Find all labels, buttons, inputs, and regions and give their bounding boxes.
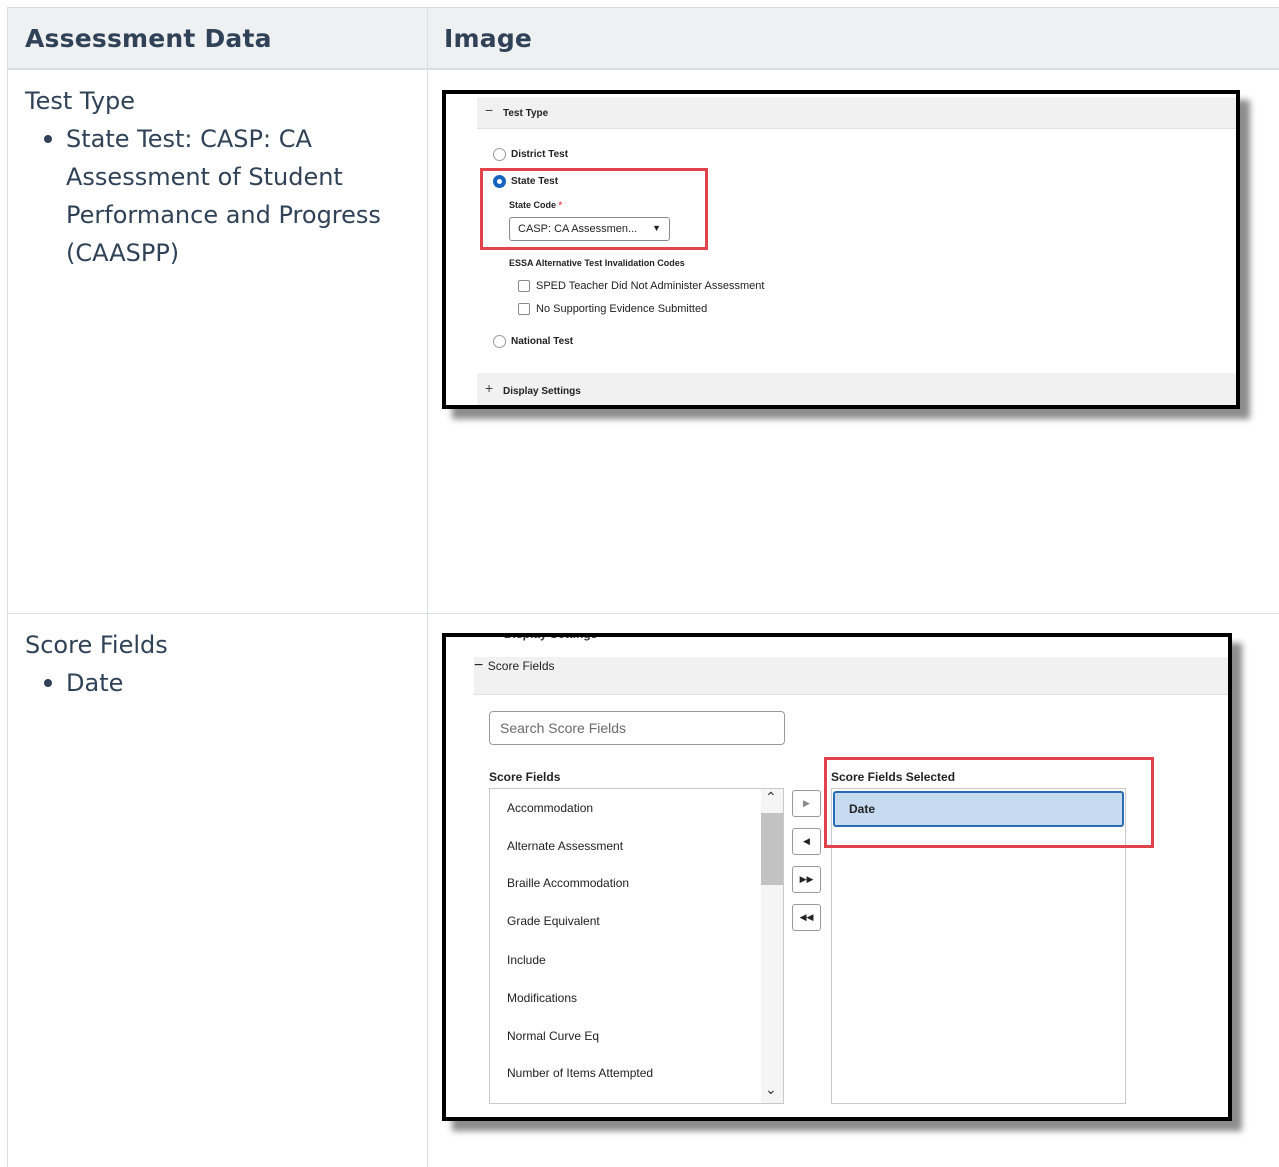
list-item[interactable]: Include bbox=[507, 953, 546, 967]
checkbox-evidence[interactable] bbox=[518, 303, 530, 315]
list-scrollbar[interactable]: ⌃ ⌄ bbox=[761, 789, 783, 1103]
bullet-list: Date bbox=[44, 664, 405, 702]
row-test-type-text: Test Type State Test: CASP: CA Assessmen… bbox=[25, 82, 405, 272]
display-settings-header[interactable]: + Display Settings bbox=[477, 373, 1236, 405]
score-fields-screenshot: Display Settings − Score Fields Search S… bbox=[442, 633, 1232, 1121]
radio-district-test[interactable] bbox=[493, 148, 506, 161]
column-divider bbox=[427, 7, 428, 1167]
score-fields-title: Score Fields bbox=[489, 770, 561, 784]
expand-icon[interactable]: + bbox=[485, 380, 493, 396]
list-item[interactable]: Braille Accommodation bbox=[507, 876, 629, 890]
bullet-list: State Test: CASP: CA Assessment of Stude… bbox=[44, 120, 405, 272]
test-type-screenshot: − Test Type District Test State Test Sta… bbox=[442, 90, 1240, 409]
table-header: Assessment Data Image bbox=[8, 7, 1279, 70]
header-image: Image bbox=[444, 24, 533, 53]
row-title: Score Fields bbox=[25, 631, 168, 659]
section-title: Score Fields bbox=[487, 659, 555, 673]
collapse-icon[interactable]: − bbox=[485, 102, 493, 118]
list-item[interactable]: Number of Items Attempted bbox=[507, 1066, 653, 1080]
list-item[interactable]: Accommodation bbox=[507, 801, 593, 815]
bullet-item: Date bbox=[44, 664, 405, 702]
scroll-thumb[interactable] bbox=[761, 813, 783, 885]
checkbox-label-evidence: No Supporting Evidence Submitted bbox=[536, 303, 708, 315]
scroll-down-icon[interactable]: ⌄ bbox=[765, 1081, 777, 1098]
move-left-button[interactable]: ◀ bbox=[792, 828, 821, 855]
checkbox-label-sped: SPED Teacher Did Not Administer Assessme… bbox=[536, 280, 765, 292]
essa-heading: ESSA Alternative Test Invalidation Codes bbox=[509, 258, 685, 268]
section-title: Test Type bbox=[503, 108, 549, 119]
move-right-button[interactable]: ▶ bbox=[792, 790, 821, 817]
cut-off-section-label: Display Settings bbox=[504, 633, 598, 641]
test-type-section-header[interactable]: − Test Type bbox=[477, 97, 1236, 129]
row-title: Test Type bbox=[25, 87, 136, 115]
list-item[interactable]: Normal Curve Eq bbox=[507, 1029, 599, 1043]
row-divider bbox=[8, 613, 1279, 614]
list-item[interactable]: Alternate Assessment bbox=[507, 839, 623, 853]
scroll-up-icon[interactable]: ⌃ bbox=[765, 789, 777, 806]
radio-label-district: District Test bbox=[511, 149, 569, 160]
header-assessment-data: Assessment Data bbox=[25, 24, 272, 53]
list-item[interactable]: Modifications bbox=[507, 991, 577, 1005]
move-all-left-button[interactable]: ◀◀ bbox=[792, 904, 821, 931]
collapse-icon[interactable]: − bbox=[474, 657, 483, 674]
highlight-box bbox=[824, 757, 1154, 848]
display-settings-label: Display Settings bbox=[503, 386, 581, 397]
radio-national-test[interactable] bbox=[493, 335, 506, 348]
score-fields-list[interactable]: Accommodation Alternate Assessment Brail… bbox=[489, 788, 784, 1104]
highlight-box bbox=[480, 168, 708, 250]
move-all-right-button[interactable]: ▶▶ bbox=[792, 866, 821, 893]
row-score-fields-text: Score Fields Date bbox=[25, 626, 405, 702]
list-item[interactable]: Grade Equivalent bbox=[507, 914, 600, 928]
radio-label-national: National Test bbox=[511, 336, 574, 347]
bullet-item: State Test: CASP: CA Assessment of Stude… bbox=[44, 120, 405, 272]
search-score-fields-input[interactable]: Search Score Fields bbox=[489, 711, 785, 745]
score-fields-section-header[interactable]: − Score Fields bbox=[474, 657, 1228, 695]
checkbox-sped[interactable] bbox=[518, 280, 530, 292]
